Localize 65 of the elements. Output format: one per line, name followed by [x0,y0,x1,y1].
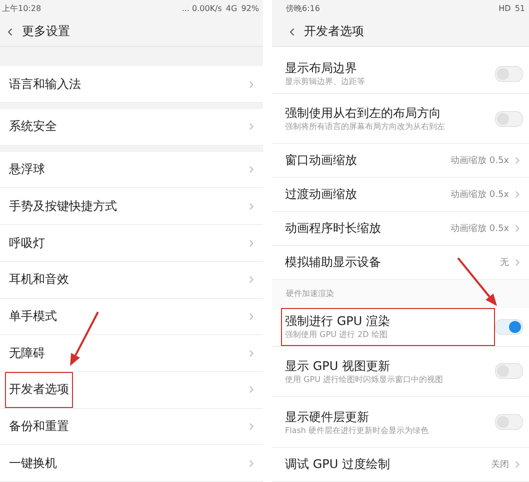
setting-label: 强制进行 GPU 渲染 [285,313,391,330]
settings-row[interactable]: 强制进行 GPU 渲染 强制使用 GPU 进行 2D 绘图 [272,308,529,347]
battery-level: 92% [241,4,259,14]
setting-value: 动画缩放 0.5x [450,222,509,236]
setting-description: 使用 GPU 进行绘图时闪烁显示窗口中的视图 [285,374,444,385]
settings-row[interactable]: 强制使用从右到左的布局方向 强制将所有语言的屏幕布局方向改为从右到左 [272,94,529,144]
settings-row[interactable]: 显示 GPU 视图更新 使用 GPU 进行绘图时闪烁显示窗口中的视图 [272,346,529,398]
settings-row[interactable]: 过渡动画缩放 动画缩放 0.5x [272,178,529,212]
setting-label: 呼吸灯 [9,234,45,252]
status-time: 上午10:28 [2,3,42,14]
settings-row[interactable]: 呼吸灯 [0,225,263,262]
setting-value: 无 [500,256,509,269]
setting-label: 显示硬件层更新 [285,408,370,426]
pointer-arrow [457,257,497,306]
setting-label: 开发者选项 [9,381,69,398]
toggle-switch[interactable] [495,110,523,126]
setting-label: 耳机和音效 [9,271,69,288]
settings-row[interactable]: 显示布局边界 显示剪辑边界、边距等 [272,54,529,94]
setting-label: 语言和输入法 [9,76,81,93]
setting-label: 模拟辅助显示设备 [285,254,382,271]
toggle-switch[interactable] [495,414,523,430]
setting-label: 强制使用从右到左的布局方向 [285,105,442,122]
pointer-arrow [70,312,99,366]
settings-row[interactable]: 单手模式 [0,298,263,336]
setting-label: 单手模式 [9,308,57,325]
setting-label: 显示布局边界 [285,60,358,77]
settings-row[interactable]: 显示硬件层更新 Flash 硬件层在进行更新时会显示为绿色 [272,397,529,448]
network-type: HD [498,4,511,14]
setting-description: Flash 硬件层在进行更新时会显示为绿色 [285,426,430,436]
settings-row[interactable]: 耳机和音效 [0,262,263,299]
setting-label: 窗口动画缩放 [285,152,358,170]
setting-label: 一键换机 [9,454,57,472]
section-header: 硬件加速渲染 [286,288,334,300]
setting-label: 调试 GPU 过度绘制 [285,456,391,474]
setting-value: 动画缩放 0.5x [450,154,509,168]
setting-label: 备份和重置 [9,418,69,436]
page-title: 开发者选项 [304,23,364,40]
setting-value: 关闭 [491,458,509,472]
settings-row[interactable]: 备份和重置 [0,408,263,446]
network-speed: ... 0.00K/s [182,4,222,14]
setting-label: 系统安全 [9,118,57,136]
setting-description: 显示剪辑边界、边距等 [285,77,366,88]
settings-row[interactable]: 手势及按键快捷方式 [0,188,263,226]
toggle-switch[interactable] [495,363,523,380]
setting-description: 强制使用 GPU 进行 2D 绘图 [285,330,388,340]
battery-level: 51 [514,4,525,14]
settings-row[interactable]: 开发者选项 [0,372,263,409]
status-time: 傍晚6:16 [286,3,320,14]
page-title: 更多设置 [22,23,70,40]
setting-label: 悬浮球 [9,161,45,178]
setting-label: 手势及按键快捷方式 [9,198,117,215]
setting-label: 动画程序时长缩放 [285,220,382,238]
toggle-switch[interactable] [495,66,523,82]
toggle-switch[interactable] [495,318,523,335]
setting-label: 无障碍 [9,344,45,362]
settings-row[interactable]: 窗口动画缩放 动画缩放 0.5x [272,144,529,178]
settings-row[interactable]: 悬浮球 [0,152,263,188]
settings-row[interactable]: 调试 GPU 过度绘制 关闭 [272,448,529,482]
setting-label: 显示 GPU 视图更新 [285,358,391,375]
setting-value: 动画缩放 0.5x [450,188,509,202]
network-type: 4G [226,4,238,14]
settings-row[interactable]: 一键换机 [0,445,263,482]
settings-row[interactable]: 动画程序时长缩放 动画缩放 0.5x [272,212,529,246]
setting-label: 过渡动画缩放 [285,186,358,204]
setting-description: 强制将所有语言的屏幕布局方向改为从右到左 [285,122,446,132]
